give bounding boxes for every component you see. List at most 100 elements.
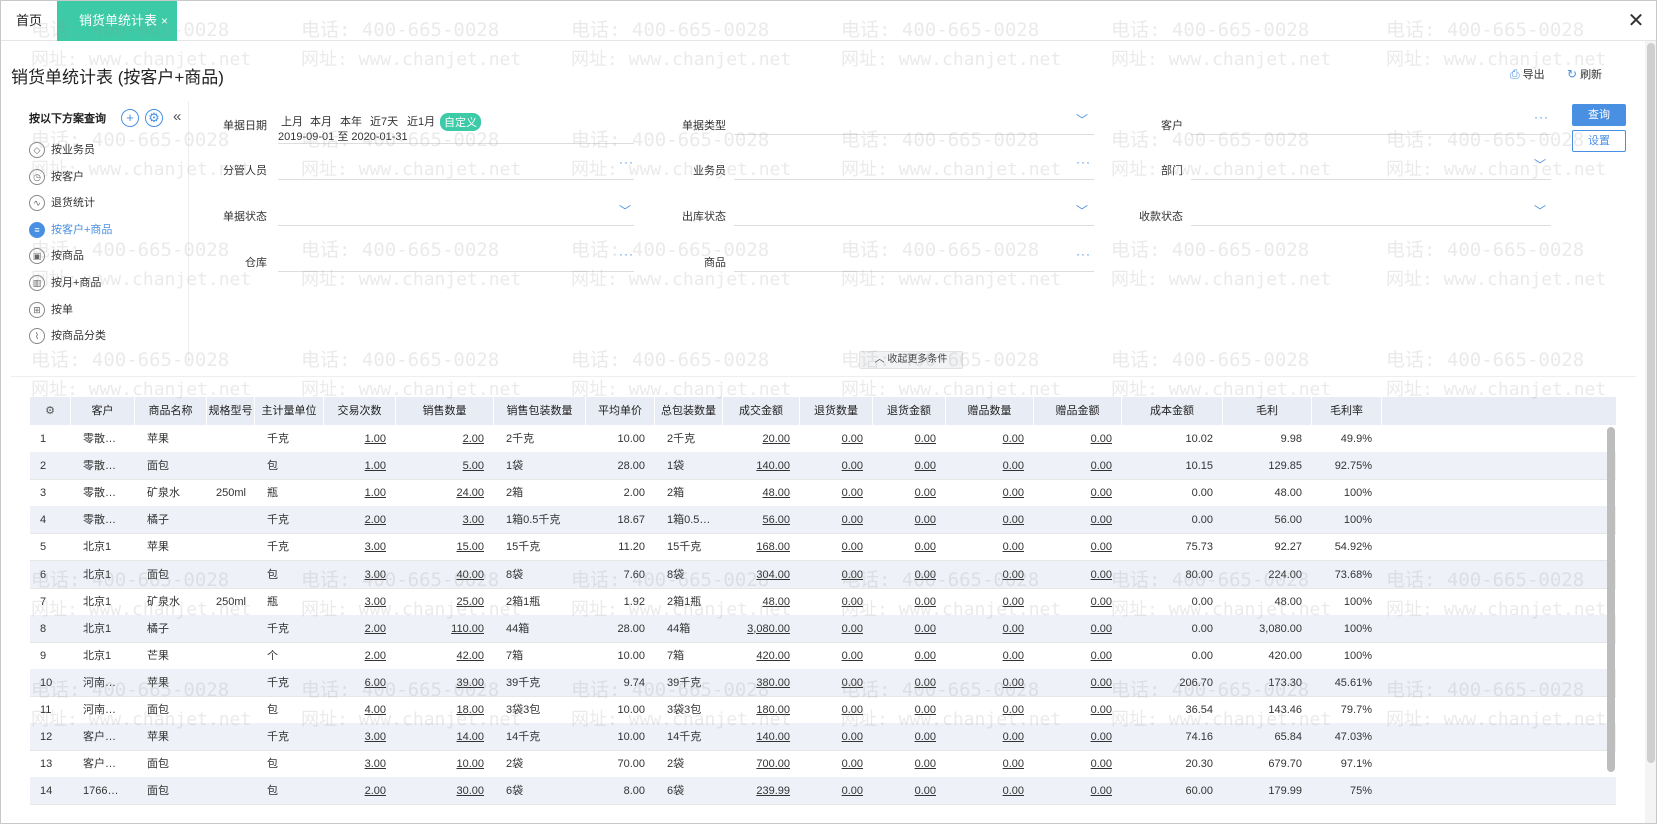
outbound-status-field[interactable] xyxy=(734,225,1094,226)
column-header[interactable]: 退货数量 xyxy=(800,397,873,425)
table-cell[interactable]: 0.00 xyxy=(800,561,873,589)
sidebar-item[interactable]: ⊞ 按单 xyxy=(29,300,73,320)
table-cell[interactable]: 0.00 xyxy=(800,452,873,480)
table-cell[interactable]: 4.00 xyxy=(324,696,396,724)
table-cell[interactable]: 3.00 xyxy=(324,750,396,778)
table-cell[interactable]: 0.00 xyxy=(946,669,1034,697)
more-icon[interactable]: ··· xyxy=(1076,247,1091,261)
table-cell[interactable]: 0.00 xyxy=(873,750,946,778)
column-header[interactable]: 毛利 xyxy=(1223,397,1312,425)
table-cell[interactable]: 1.00 xyxy=(324,425,396,453)
table-cell[interactable]: 5.00 xyxy=(396,452,494,480)
table-cell[interactable]: 420.00 xyxy=(723,642,800,670)
sidebar-item[interactable]: ◷ 按客户 xyxy=(29,167,84,187)
chevron-down-icon[interactable]: ﹀ xyxy=(1076,202,1088,219)
table-cell[interactable]: 304.00 xyxy=(723,561,800,589)
table-cell[interactable]: 0.00 xyxy=(800,479,873,507)
table-cell[interactable]: 0.00 xyxy=(873,642,946,670)
table-row[interactable]: 10 河南… 苹果 千克 6.00 39.00 39千克 9.74 39千克 380.00 0.00… xyxy=(30,668,1616,697)
table-cell[interactable]: 0.00 xyxy=(873,479,946,507)
table-cell[interactable]: 0.00 xyxy=(946,452,1034,480)
table-cell[interactable]: 0.00 xyxy=(1034,506,1122,534)
sidebar-item[interactable]: ◇ 按业务员 xyxy=(29,140,95,160)
sidebar-item[interactable]: ≡ 按客户+商品 xyxy=(29,220,112,240)
table-row[interactable]: 13 客户… 面包包 3.00 10.00 2袋 70.00 2袋 700.00 0.00 0.00… xyxy=(30,750,1616,779)
table-cell[interactable]: 0.00 xyxy=(800,615,873,643)
table-cell[interactable]: 0.00 xyxy=(873,588,946,616)
table-cell[interactable]: 0.00 xyxy=(1034,669,1122,697)
column-header[interactable]: 成本金额 xyxy=(1122,397,1223,425)
table-row[interactable]: 11 河南… 面包包 4.00 18.00 3袋3包 10.00 3袋3包 180.00 0.00… xyxy=(30,696,1616,724)
table-cell[interactable]: 42.00 xyxy=(396,642,494,670)
table-cell[interactable]: 48.00 xyxy=(723,588,800,616)
sidebar-item[interactable]: ▥ 按月+商品 xyxy=(29,273,101,293)
more-icon[interactable]: ··· xyxy=(1534,110,1549,124)
chevron-down-icon[interactable]: ﹀ xyxy=(1534,156,1546,173)
table-cell[interactable]: 40.00 xyxy=(396,561,494,589)
table-cell[interactable]: 2.00 xyxy=(324,642,396,670)
column-header[interactable]: 销售包装数量 xyxy=(494,397,586,425)
table-cell[interactable]: 0.00 xyxy=(946,588,1034,616)
table-scrollbar[interactable] xyxy=(1607,427,1615,772)
table-cell[interactable]: 140.00 xyxy=(723,452,800,480)
table-cell[interactable]: 39.00 xyxy=(396,669,494,697)
column-header[interactable]: 主计量单位 xyxy=(255,397,324,425)
column-header[interactable]: 总包装数量 xyxy=(655,397,723,425)
sidebar-item[interactable]: ▣ 按商品 xyxy=(29,246,84,266)
table-cell[interactable]: 0.00 xyxy=(800,588,873,616)
table-cell[interactable]: 0.00 xyxy=(1034,642,1122,670)
table-cell[interactable]: 0.00 xyxy=(1034,696,1122,724)
column-header[interactable]: 商品名称 xyxy=(135,397,207,425)
table-cell[interactable]: 3,080.00 xyxy=(723,615,800,643)
column-settings-icon[interactable]: ⚙ xyxy=(30,397,71,425)
page-scrollbar[interactable] xyxy=(1645,41,1656,823)
table-row[interactable]: 14 1766… 面包包 2.00 30.00 6袋 8.00 6袋 239.99 0.00 0.0… xyxy=(30,777,1616,806)
table-cell[interactable]: 0.00 xyxy=(873,669,946,697)
table-cell[interactable]: 110.00 xyxy=(396,615,494,643)
date-last-1-month[interactable]: 近1月 xyxy=(407,113,435,129)
table-cell[interactable]: 0.00 xyxy=(873,425,946,453)
settings-button[interactable]: 设置 xyxy=(1572,130,1626,152)
table-cell[interactable]: 0.00 xyxy=(873,723,946,751)
table-cell[interactable]: 0.00 xyxy=(1034,777,1122,805)
table-cell[interactable]: 3.00 xyxy=(396,506,494,534)
sidebar-item[interactable]: ∿ 退货统计 xyxy=(29,193,95,213)
table-cell[interactable]: 0.00 xyxy=(873,506,946,534)
table-cell[interactable]: 0.00 xyxy=(800,696,873,724)
refresh-button[interactable]: ↻ 刷新 xyxy=(1567,66,1602,82)
table-cell[interactable]: 3.00 xyxy=(324,588,396,616)
table-cell[interactable]: 0.00 xyxy=(800,533,873,561)
sidebar-item[interactable]: ⌇ 按商品分类 xyxy=(29,326,106,346)
table-cell[interactable]: 48.00 xyxy=(723,479,800,507)
table-cell[interactable]: 20.00 xyxy=(723,425,800,453)
table-cell[interactable]: 0.00 xyxy=(946,615,1034,643)
table-cell[interactable]: 0.00 xyxy=(873,533,946,561)
table-row[interactable]: 6 北京1 面包包 3.00 40.00 8袋 7.60 8袋 304.00 0.00 0.00 0.… xyxy=(30,560,1616,589)
table-row[interactable]: 12 客户… 苹果 千克 3.00 14.00 14千克 10.00 14千克 140.00 0.0… xyxy=(30,723,1616,752)
table-cell[interactable]: 0.00 xyxy=(800,642,873,670)
salesman-field[interactable] xyxy=(734,179,1094,180)
column-header[interactable]: 交易次数 xyxy=(324,397,396,425)
doc-type-field[interactable] xyxy=(734,134,1094,135)
table-cell[interactable]: 6.00 xyxy=(324,669,396,697)
table-cell[interactable]: 0.00 xyxy=(873,452,946,480)
table-cell[interactable]: 0.00 xyxy=(946,723,1034,751)
column-header[interactable]: 赠品金额 xyxy=(1034,397,1122,425)
date-custom[interactable]: 自定义 xyxy=(440,113,481,131)
table-cell[interactable]: 380.00 xyxy=(723,669,800,697)
table-cell[interactable]: 0.00 xyxy=(800,669,873,697)
table-cell[interactable]: 0.00 xyxy=(1034,425,1122,453)
close-icon[interactable]: × xyxy=(161,1,168,41)
table-cell[interactable]: 180.00 xyxy=(723,696,800,724)
customer-field[interactable] xyxy=(1191,134,1551,135)
table-cell[interactable]: 3.00 xyxy=(324,533,396,561)
table-cell[interactable]: 1.00 xyxy=(324,479,396,507)
table-cell[interactable]: 239.99 xyxy=(723,777,800,805)
date-range[interactable]: 2019-09-01 至 2020-01-31 xyxy=(278,128,408,144)
column-header[interactable]: 退货金额 xyxy=(873,397,946,425)
chevron-down-icon[interactable]: ﹀ xyxy=(619,202,631,219)
table-cell[interactable]: 0.00 xyxy=(1034,750,1122,778)
table-cell[interactable]: 0.00 xyxy=(946,696,1034,724)
table-cell[interactable]: 2.00 xyxy=(324,615,396,643)
table-cell[interactable]: 0.00 xyxy=(946,777,1034,805)
